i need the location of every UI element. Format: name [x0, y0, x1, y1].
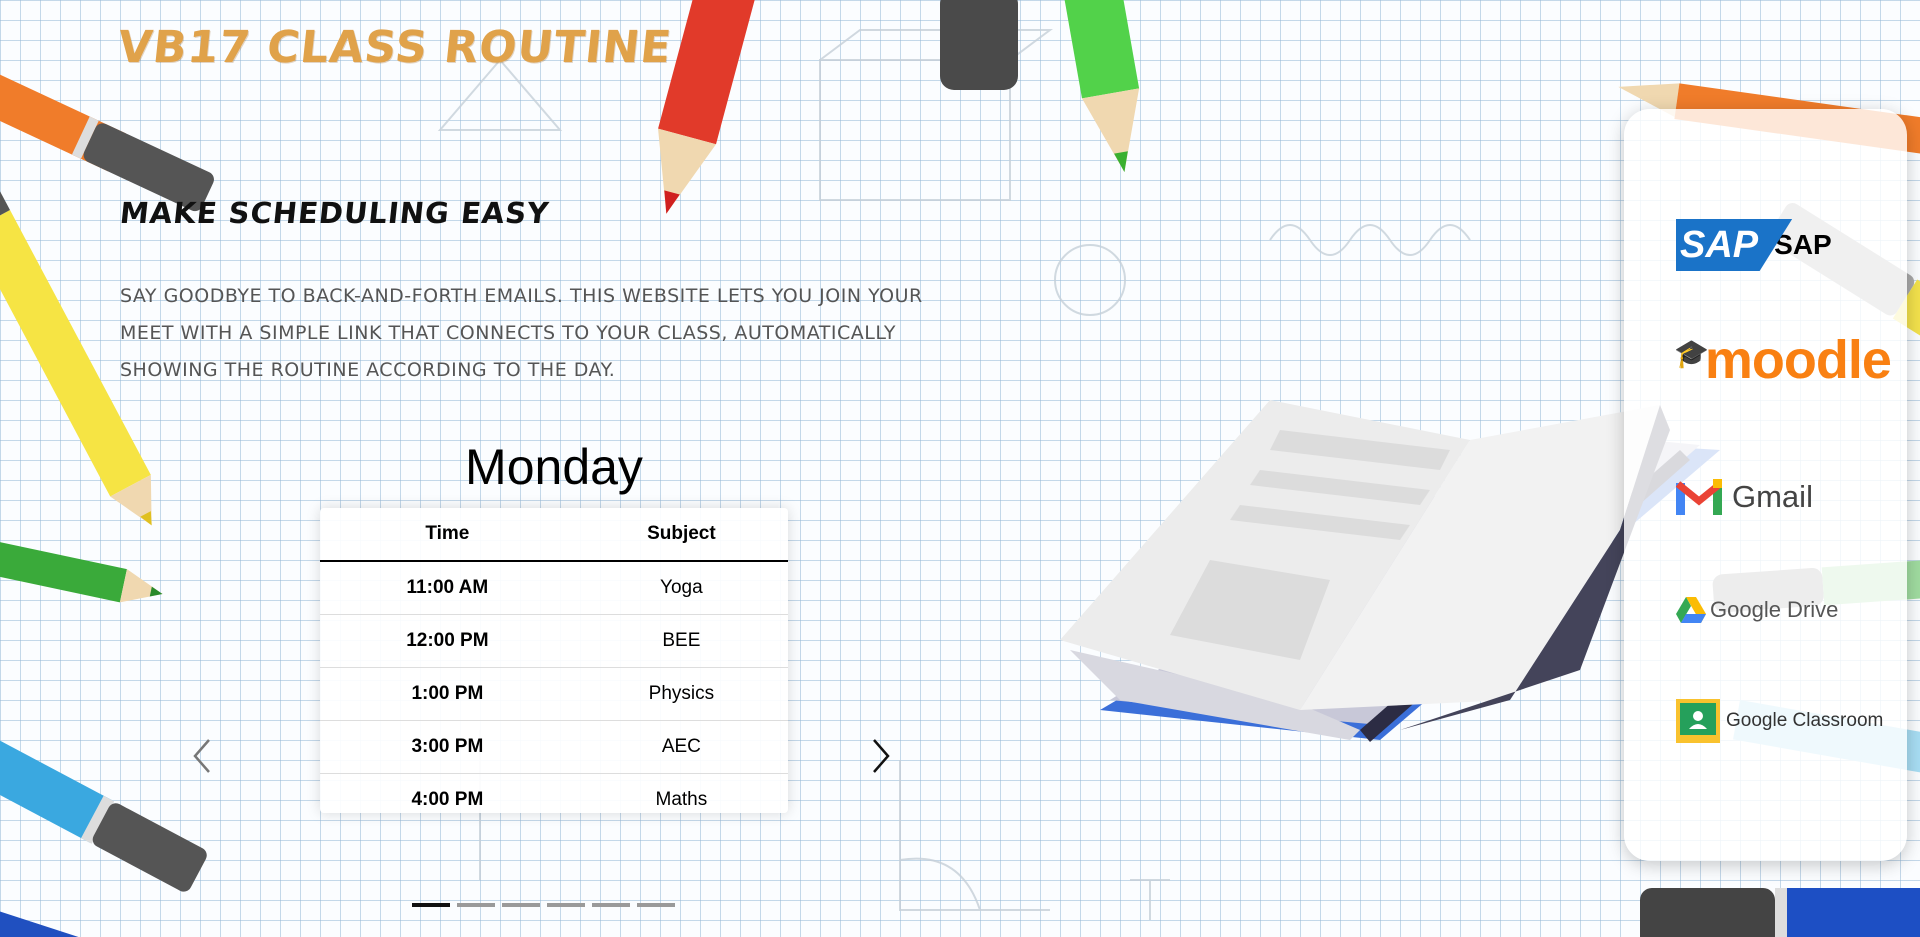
google-drive-icon: [1676, 597, 1706, 623]
carousel-indicator[interactable]: [502, 903, 540, 907]
carousel-next-button[interactable]: [866, 732, 896, 780]
google-classroom-label: Google Classroom: [1726, 710, 1884, 731]
carousel-indicator[interactable]: [412, 903, 450, 907]
site-description: SAY GOODBYE TO BACK-AND-FORTH EMAILS. TH…: [120, 285, 923, 381]
schedule-day-heading: Monday: [465, 439, 643, 495]
row-subject: Maths: [655, 789, 708, 810]
table-row: 11:00 AM Yoga: [320, 561, 788, 615]
chevron-left-icon: [193, 739, 210, 773]
carousel-indicator[interactable]: [637, 903, 675, 907]
table-row: 1:00 PM Physics: [320, 667, 788, 721]
google-classroom-link[interactable]: Google Classroom: [1676, 699, 1883, 743]
row-time: 11:00 AM: [320, 561, 575, 615]
tagline-heading: MAKE SCHEDULING EASY: [118, 196, 551, 230]
table-row: 12:00 PM BEE: [320, 614, 788, 668]
site-title: VB17 CLASS ROUTINE: [115, 22, 675, 73]
carousel-indicator[interactable]: [592, 903, 630, 907]
carousel-indicator[interactable]: [547, 903, 585, 907]
gmail-icon: [1676, 479, 1722, 515]
row-subject: AEC: [574, 720, 788, 774]
row-subject: Physics: [574, 667, 788, 721]
quick-links-panel: SAP SAP 🎓 moodle Gmail Google Drive Goog: [1624, 109, 1907, 861]
sap-link[interactable]: SAP SAP: [1676, 219, 1832, 271]
table-row: 4:00 PM Maths: [320, 774, 788, 827]
table-header-row: Time Subject: [320, 508, 788, 562]
chevron-right-icon: [873, 739, 890, 773]
google-classroom-icon: [1676, 699, 1720, 743]
carousel-prev-button[interactable]: [187, 732, 217, 780]
google-drive-link[interactable]: Google Drive: [1676, 597, 1838, 623]
row-time: 1:00 PM: [320, 667, 575, 721]
table-row: 3:00 PM AEC: [320, 720, 788, 774]
google-drive-label: Google Drive: [1710, 597, 1839, 622]
moodle-link[interactable]: 🎓 moodle: [1674, 329, 1892, 391]
sap-logo-icon: SAP: [1676, 219, 1793, 271]
gmail-label: Gmail: [1732, 479, 1813, 514]
row-time: 12:00 PM: [320, 614, 575, 668]
carousel-indicator[interactable]: [457, 903, 495, 907]
row-time: 4:00 PM: [411, 789, 484, 810]
routine-table: Time Subject 11:00 AM Yoga 12:00 PM BEE …: [320, 508, 788, 826]
row-time: 3:00 PM: [320, 720, 575, 774]
row-subject: Yoga: [574, 561, 788, 615]
gmail-link[interactable]: Gmail: [1676, 479, 1813, 515]
routine-table-card: Time Subject 11:00 AM Yoga 12:00 PM BEE …: [320, 508, 788, 813]
column-header-subject: Subject: [574, 508, 788, 562]
row-subject: BEE: [574, 614, 788, 668]
moodle-label: moodle: [1704, 330, 1892, 390]
carousel-indicators: [412, 903, 675, 907]
graduation-cap-icon: 🎓: [1674, 336, 1709, 370]
column-header-time: Time: [320, 508, 575, 562]
